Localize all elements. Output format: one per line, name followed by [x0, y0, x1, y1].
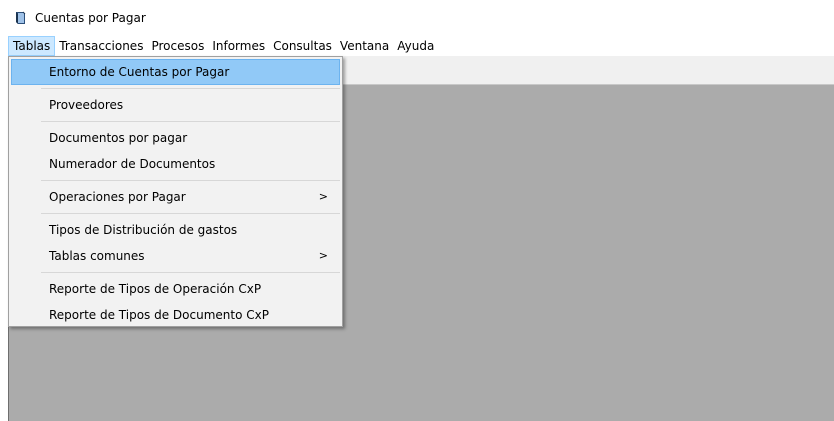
menu-item-tablas-comunes[interactable]: Tablas comunes >: [11, 243, 340, 269]
menu-item-label: Reporte de Tipos de Operación CxP: [49, 282, 262, 296]
menu-ventana[interactable]: Ventana: [336, 36, 393, 56]
submenu-arrow-icon: >: [318, 190, 328, 203]
window-title: Cuentas por Pagar: [35, 11, 146, 25]
menu-item-label: Numerador de Documentos: [49, 157, 216, 171]
menu-separator: [41, 180, 340, 181]
menu-item-tipos-distribucion[interactable]: Tipos de Distribución de gastos: [11, 217, 340, 243]
menu-consultas[interactable]: Consultas: [269, 36, 336, 56]
menu-item-documentos-por-pagar[interactable]: Documentos por pagar: [11, 125, 340, 151]
book-icon: [14, 11, 27, 25]
menu-ayuda[interactable]: Ayuda: [393, 36, 438, 56]
menu-item-label: Entorno de Cuentas por Pagar: [49, 65, 230, 79]
menu-item-numerador-documentos[interactable]: Numerador de Documentos: [11, 151, 340, 177]
menu-item-label: Tablas comunes: [49, 249, 145, 263]
menu-item-reporte-tipos-operacion[interactable]: Reporte de Tipos de Operación CxP: [11, 276, 340, 302]
menu-item-operaciones-por-pagar[interactable]: Operaciones por Pagar >: [11, 184, 340, 210]
menu-bar: Tablas Transacciones Procesos Informes C…: [8, 36, 834, 56]
menu-separator: [41, 272, 340, 273]
tablas-dropdown-menu: Entorno de Cuentas por Pagar Proveedores…: [8, 56, 343, 327]
menu-item-reporte-tipos-documento[interactable]: Reporte de Tipos de Documento CxP: [11, 302, 340, 328]
menu-transacciones[interactable]: Transacciones: [55, 36, 147, 56]
menu-item-label: Documentos por pagar: [49, 131, 188, 145]
title-bar: Cuentas por Pagar: [0, 0, 834, 36]
menu-separator: [41, 213, 340, 214]
menu-item-proveedores[interactable]: Proveedores: [11, 92, 340, 118]
menu-item-entorno-cuentas[interactable]: Entorno de Cuentas por Pagar: [11, 59, 340, 85]
menu-tablas[interactable]: Tablas: [8, 36, 56, 56]
menu-separator: [41, 88, 340, 89]
menu-item-label: Operaciones por Pagar: [49, 190, 186, 204]
app-window: Cuentas por Pagar Tablas Transacciones P…: [0, 0, 834, 421]
menu-informes[interactable]: Informes: [208, 36, 269, 56]
menu-procesos[interactable]: Procesos: [147, 36, 208, 56]
menu-separator: [41, 121, 340, 122]
menu-item-label: Proveedores: [49, 98, 124, 112]
menu-item-label: Reporte de Tipos de Documento CxP: [49, 308, 269, 322]
menu-item-label: Tipos de Distribución de gastos: [49, 223, 238, 237]
submenu-arrow-icon: >: [318, 249, 328, 262]
